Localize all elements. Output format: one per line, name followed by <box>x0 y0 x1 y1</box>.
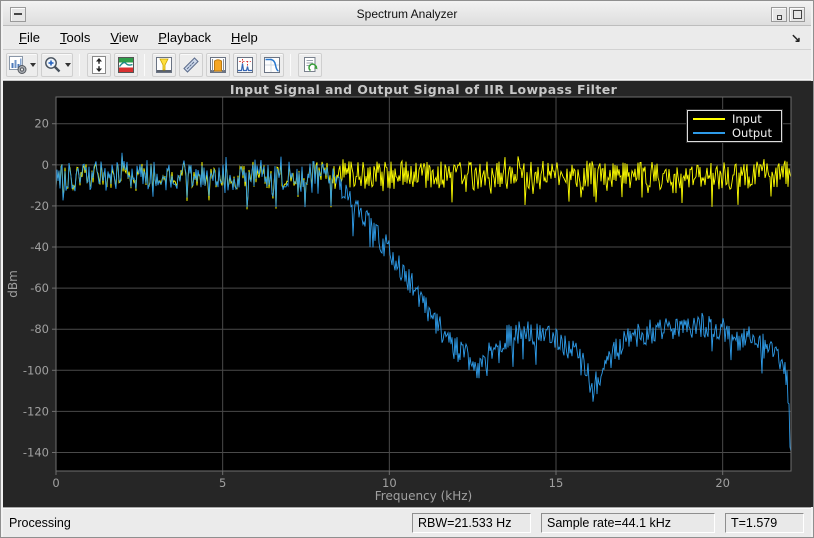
svg-text:-40: -40 <box>30 240 49 254</box>
toolbar <box>3 50 811 81</box>
playback-settings-icon <box>304 57 318 72</box>
zoom-in-icon <box>45 57 61 73</box>
zoom-in-button[interactable] <box>41 53 73 77</box>
minimize-button[interactable] <box>771 7 787 22</box>
menu-bar: File Tools View Playback Help ↘ <box>3 26 811 50</box>
svg-text:5: 5 <box>219 476 226 490</box>
spectrum-analyzer-window: Spectrum Analyzer File Tools View Playba… <box>0 0 814 538</box>
cursor-measurements-button[interactable] <box>152 53 176 77</box>
svg-text:0: 0 <box>42 158 49 172</box>
menu-playback[interactable]: Playback <box>150 27 219 48</box>
title-bar[interactable]: Spectrum Analyzer <box>3 3 811 26</box>
ccdf-measurements-button[interactable] <box>260 53 284 77</box>
svg-text:-60: -60 <box>30 281 49 295</box>
svg-text:Frequency (kHz): Frequency (kHz) <box>375 489 472 503</box>
playback-settings-button[interactable] <box>298 53 322 77</box>
legend-entry-input: Input <box>688 112 781 126</box>
status-message: Processing <box>9 515 71 530</box>
svg-text:0: 0 <box>52 476 59 490</box>
svg-text:20: 20 <box>715 476 730 490</box>
output-line-swatch <box>693 132 725 134</box>
signal-statistics-button[interactable] <box>179 53 203 77</box>
maximize-button[interactable] <box>789 7 805 22</box>
spectrum-settings-dropdown-icon[interactable] <box>30 63 36 67</box>
legend-label-output: Output <box>732 126 772 140</box>
svg-text:Input Signal and Output Signal: Input Signal and Output Signal of IIR Lo… <box>230 82 618 97</box>
maximize-icon <box>792 10 802 19</box>
spectrum-chart[interactable]: 0 5 10 15 20 20 0 -20 -40 -60 -80 -100 -120 -140 Input… <box>3 81 813 507</box>
svg-text:-140: -140 <box>23 446 49 460</box>
minimize-icon <box>776 15 782 20</box>
svg-text:-120: -120 <box>23 404 49 418</box>
channel-measurements-icon <box>210 57 226 73</box>
svg-text:20: 20 <box>34 117 49 131</box>
signal-statistics-icon <box>183 57 199 73</box>
spectrum-plot-panel[interactable]: 0 5 10 15 20 20 0 -20 -40 -60 -80 -100 -120 -140 Input… <box>3 81 813 507</box>
spectrum-settings-icon <box>9 56 27 74</box>
svg-text:-80: -80 <box>30 322 49 336</box>
toolbar-separator <box>79 54 80 76</box>
distortion-measurements-button[interactable] <box>233 53 257 77</box>
svg-text:-20: -20 <box>30 199 49 213</box>
svg-text:15: 15 <box>549 476 564 490</box>
legend-entry-output: Output <box>688 126 781 140</box>
spectrum-settings-button[interactable] <box>6 53 38 77</box>
cursor-measurements-icon <box>156 57 172 73</box>
channel-measurements-button[interactable] <box>206 53 230 77</box>
input-line-swatch <box>693 118 725 120</box>
spectrogram-icon <box>118 57 134 73</box>
toolbar-separator <box>144 54 145 76</box>
menu-tools[interactable]: Tools <box>52 27 98 48</box>
legend-label-input: Input <box>732 112 762 126</box>
svg-text:10: 10 <box>382 476 397 490</box>
menu-view[interactable]: View <box>102 27 146 48</box>
distortion-measurements-icon <box>237 57 253 73</box>
menu-file[interactable]: File <box>11 27 48 48</box>
time-status-panel: T=1.579 <box>725 512 804 533</box>
spectrogram-button[interactable] <box>114 53 138 77</box>
legend[interactable]: Input Output <box>686 109 783 143</box>
sample-rate-status-panel: Sample rate=44.1 kHz <box>541 512 715 533</box>
zoom-dropdown-icon[interactable] <box>65 63 71 67</box>
toolbar-separator <box>290 54 291 76</box>
menu-overflow-arrow-icon[interactable]: ↘ <box>791 31 801 45</box>
rbw-status-panel: RBW=21.533 Hz <box>412 512 531 533</box>
chart-area[interactable]: 0 5 10 15 20 20 0 -20 -40 -60 -80 -100 -120 -140 Input… <box>3 81 813 512</box>
fit-to-view-button[interactable] <box>87 53 111 77</box>
menu-help[interactable]: Help <box>223 27 266 48</box>
svg-text:-100: -100 <box>23 363 49 377</box>
window-title: Spectrum Analyzer <box>356 7 458 21</box>
svg-text:dBm: dBm <box>6 270 20 298</box>
status-bar: Processing RBW=21.533 Hz Sample rate=44.… <box>3 507 811 537</box>
ccdf-measurements-icon <box>264 57 280 73</box>
fit-to-view-icon <box>92 56 106 74</box>
